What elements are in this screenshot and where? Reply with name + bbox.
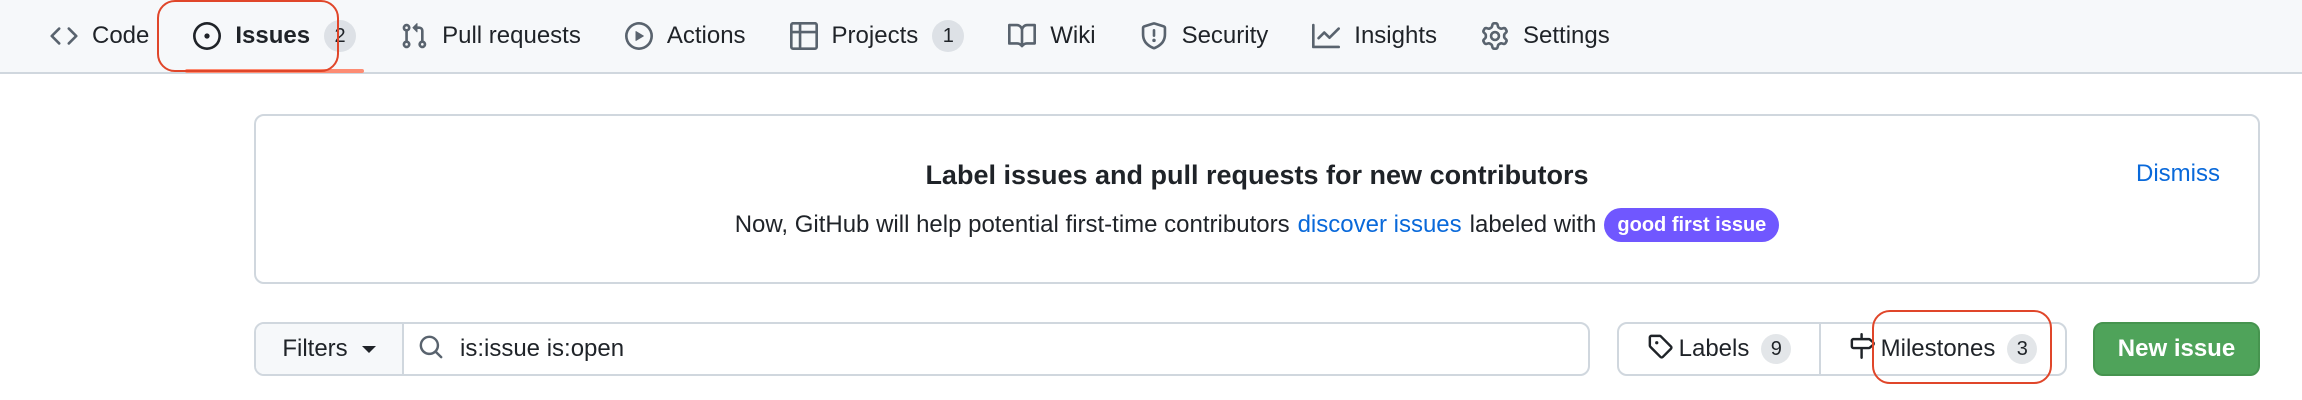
- labels-milestones-group: Labels 9 Milestones 3: [1617, 322, 2067, 376]
- caret-down-icon: [361, 345, 376, 353]
- banner-body-prefix: Now, GitHub will help potential first-ti…: [734, 211, 1290, 238]
- dismiss-button[interactable]: Dismiss: [2136, 160, 2220, 188]
- milestones-button[interactable]: Milestones 3: [1821, 324, 2065, 374]
- tab-security-label: Security: [1181, 22, 1269, 49]
- tab-actions-label: Actions: [666, 22, 746, 49]
- milestones-label: Milestones: [1880, 335, 1996, 362]
- code-icon: [50, 22, 78, 50]
- tab-wiki-label: Wiki: [1050, 22, 1096, 49]
- tab-actions[interactable]: Actions: [609, 8, 762, 64]
- good-first-issue-label[interactable]: good first issue: [1604, 208, 1780, 242]
- tab-settings-label: Settings: [1523, 22, 1610, 49]
- labels-label: Labels: [1678, 335, 1750, 362]
- tab-settings[interactable]: Settings: [1465, 8, 1626, 64]
- book-icon: [1008, 22, 1037, 50]
- tab-pull-requests[interactable]: Pull requests: [384, 8, 597, 64]
- repo-nav: Code Issues 2 Pull requests Actions Proj…: [0, 0, 2302, 74]
- graph-icon: [1312, 22, 1341, 50]
- tab-insights-label: Insights: [1354, 22, 1437, 49]
- issue-search-box[interactable]: [404, 324, 1588, 374]
- tab-code-label: Code: [92, 22, 150, 49]
- tab-insights[interactable]: Insights: [1296, 8, 1453, 64]
- table-icon: [789, 22, 818, 50]
- tab-security[interactable]: Security: [1124, 8, 1285, 64]
- search-icon: [418, 334, 460, 365]
- tab-projects[interactable]: Projects 1: [774, 8, 981, 64]
- new-contributors-banner: Label issues and pull requests for new c…: [254, 114, 2260, 284]
- issue-filter-bar: Filters: [254, 322, 1590, 376]
- filters-label: Filters: [282, 335, 348, 362]
- git-pull-request-icon: [400, 22, 428, 50]
- filters-dropdown-button[interactable]: Filters: [256, 324, 404, 374]
- projects-counter: 1: [932, 20, 965, 52]
- milestone-icon: [1849, 332, 1881, 366]
- shield-icon: [1140, 22, 1168, 50]
- labels-button[interactable]: Labels 9: [1619, 324, 1821, 374]
- play-icon: [624, 22, 653, 50]
- issue-search-input[interactable]: [460, 335, 1588, 363]
- issues-counter: 2: [324, 20, 357, 52]
- banner-title: Label issues and pull requests for new c…: [925, 160, 1589, 190]
- gear-icon: [1481, 22, 1509, 50]
- tab-issues-label: Issues: [235, 22, 311, 49]
- tag-icon: [1647, 333, 1679, 366]
- tab-issues[interactable]: Issues 2: [177, 8, 372, 73]
- tab-projects-label: Projects: [831, 22, 919, 49]
- labels-counter: 9: [1761, 334, 1792, 364]
- issue-opened-icon: [193, 22, 222, 50]
- tab-code[interactable]: Code: [34, 8, 165, 64]
- tab-wiki[interactable]: Wiki: [992, 8, 1111, 64]
- new-issue-button[interactable]: New issue: [2093, 322, 2260, 376]
- banner-body: Now, GitHub will help potential first-ti…: [256, 208, 2258, 242]
- discover-issues-link[interactable]: discover issues: [1298, 211, 1462, 239]
- banner-body-suffix: labeled with: [1469, 211, 1597, 238]
- milestones-counter: 3: [2007, 334, 2038, 364]
- tab-pull-requests-label: Pull requests: [442, 22, 581, 49]
